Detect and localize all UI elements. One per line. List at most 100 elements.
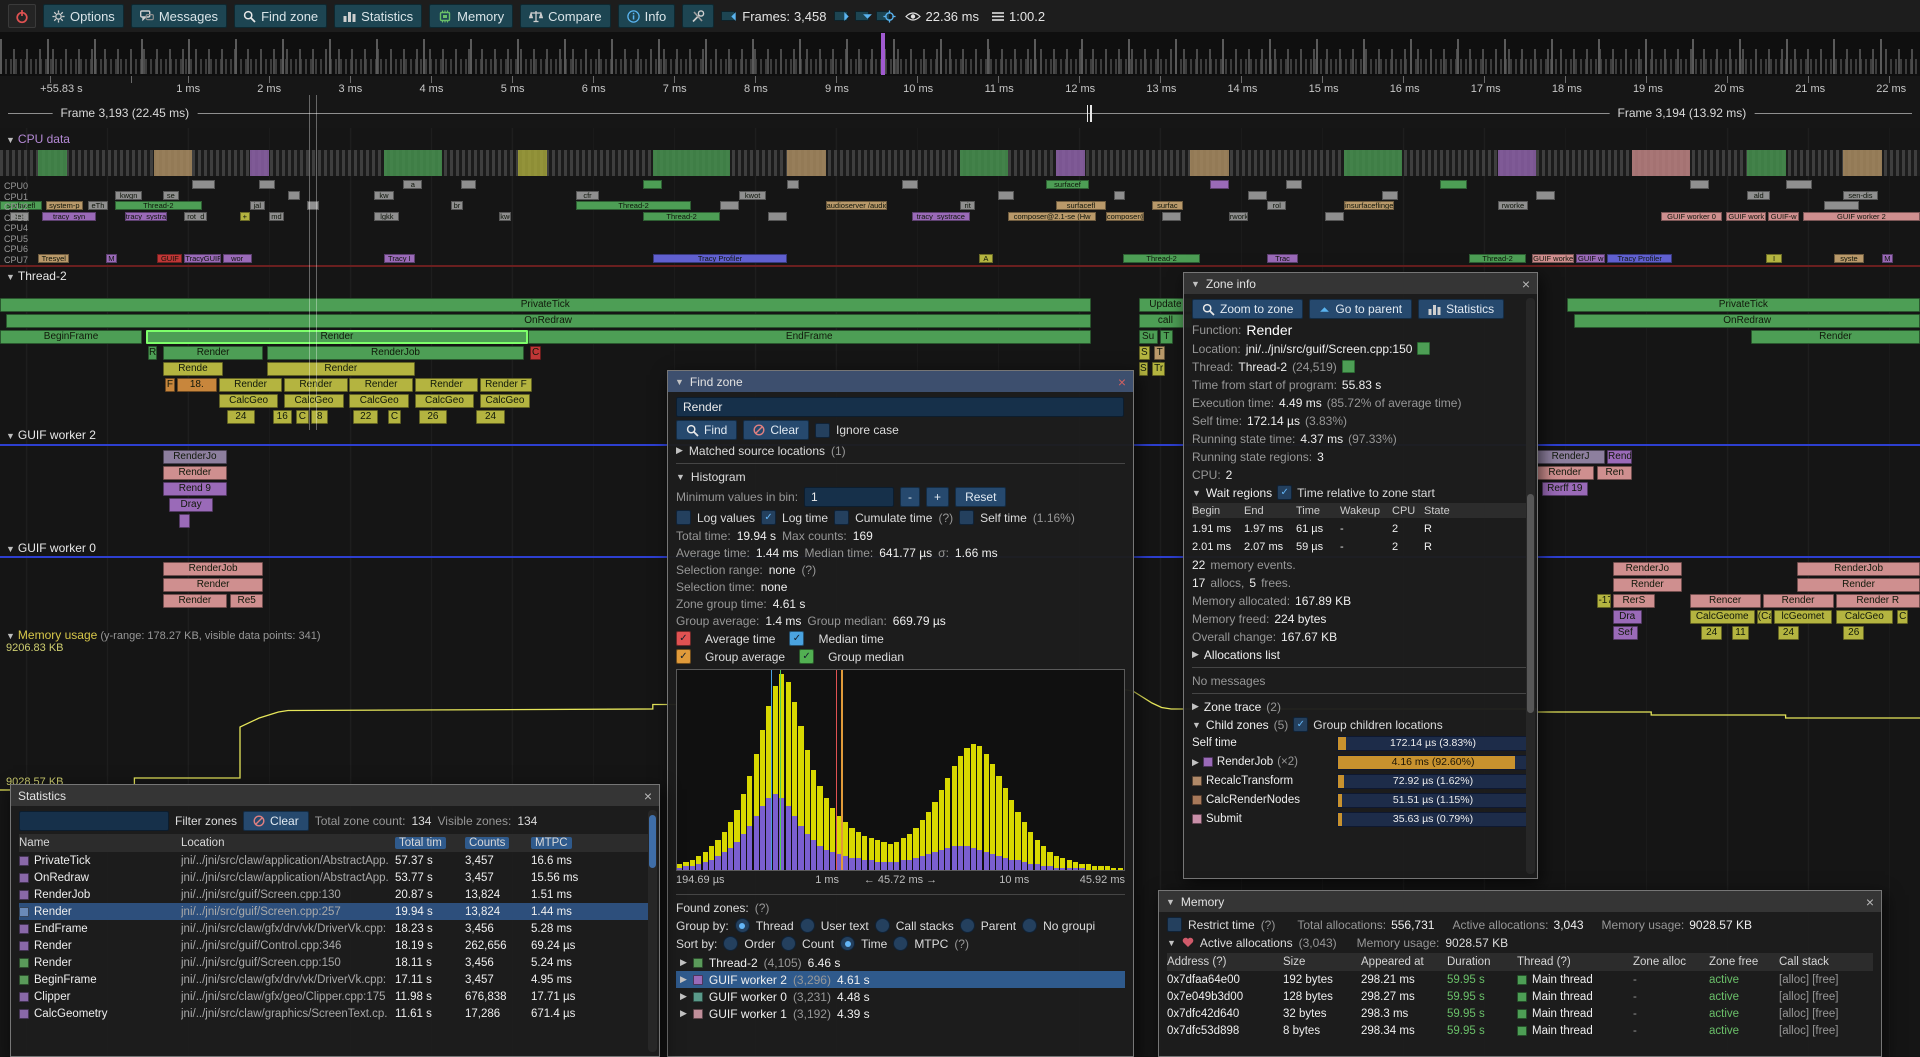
cpu-zone[interactable] xyxy=(787,180,799,189)
allocations-table-header[interactable]: Address (?)SizeAppeared atDurationThread… xyxy=(1167,953,1873,971)
cumulate-time-checkbox[interactable] xyxy=(834,510,849,525)
timeline-zone[interactable]: RenderJob xyxy=(163,562,263,576)
column-header-mtpc[interactable]: MTPC xyxy=(531,837,572,849)
allocations-list-toggle[interactable]: ▶Allocations list xyxy=(1192,647,1529,662)
statistics-row[interactable]: OnRedrawjni/../jni/src/claw/application/… xyxy=(19,869,651,886)
cpu-zone[interactable]: kw xyxy=(374,191,393,200)
timeline-zone[interactable]: C xyxy=(388,410,401,424)
messages-button[interactable]: Messages xyxy=(131,4,227,28)
cpu-zone[interactable]: surfacef xyxy=(1046,180,1088,189)
go-to-parent-button[interactable]: Go to parent xyxy=(1309,299,1412,319)
found-zone-group-row[interactable]: ▶GUIF worker 2(3,296)4.61 s xyxy=(676,971,1125,988)
column-header-zonefree[interactable]: Zone free xyxy=(1709,956,1775,968)
wait-regions-toggle[interactable]: ▼Wait regionsTime relative to zone start xyxy=(1192,485,1529,500)
cpu-zone[interactable]: Thread-2 xyxy=(643,212,720,221)
frame-overview-strip[interactable] xyxy=(0,32,1920,76)
timeline-zone[interactable]: -17 xyxy=(1597,594,1610,608)
timeline-zone[interactable]: Render xyxy=(219,378,282,392)
timeline-zone[interactable]: Render xyxy=(1536,466,1594,480)
timeline-zone[interactable]: 22 xyxy=(353,410,378,424)
statistics-button[interactable]: Statistics xyxy=(1418,299,1504,319)
average-time-checkbox[interactable] xyxy=(676,631,691,646)
cpu-zone[interactable] xyxy=(1286,180,1301,189)
cpu-zone[interactable] xyxy=(1162,212,1181,221)
timeline-zone[interactable]: Render xyxy=(267,362,415,376)
cpu-zone[interactable]: insurfaceflinge xyxy=(1344,201,1394,210)
cpu-zone[interactable]: composer@2.1-se (Hw xyxy=(1008,212,1096,221)
allocation-row[interactable]: 0x7dfaa64e00192 bytes298.21 ms59.95 sMai… xyxy=(1167,971,1873,988)
timeline-zone[interactable]: 24 xyxy=(1701,626,1722,640)
zone-info-titlebar[interactable]: ▼ Zone info × xyxy=(1184,273,1537,294)
next-frame-button[interactable] xyxy=(834,11,848,21)
timeline-zone[interactable]: F xyxy=(165,378,175,392)
cpu-zone[interactable]: rot_d xyxy=(184,212,207,221)
allocation-row[interactable]: 0x7dfc53d8988 bytes298.34 ms59.95 sMain … xyxy=(1167,1022,1873,1039)
cpu-zone[interactable] xyxy=(1440,180,1467,189)
allocation-row[interactable]: 0x7dfc42d64032 bytes298.3 ms59.95 sMain … xyxy=(1167,1005,1873,1022)
cpu-zone[interactable]: Thread-2 xyxy=(115,201,201,210)
cpu-zone[interactable] xyxy=(1210,180,1229,189)
cpu-zone[interactable]: GUIF worker 2 xyxy=(1803,212,1920,221)
timeline-zone[interactable]: RenderJob xyxy=(267,346,524,360)
timeline-zone[interactable]: PrivateTick xyxy=(1567,298,1920,312)
cpu-zone[interactable]: Tracy Profiler xyxy=(653,254,787,263)
cpu-zone[interactable]: md xyxy=(269,212,284,221)
timeline-zone[interactable]: Render xyxy=(415,378,478,392)
find-button[interactable]: Find xyxy=(676,420,737,440)
cpu-zone[interactable]: wor xyxy=(223,254,252,263)
timeline-zone[interactable]: CalcGeo xyxy=(1836,610,1894,624)
timeline-zone[interactable]: S xyxy=(1139,362,1149,376)
cpu-zone[interactable]: GUIF worker 0 xyxy=(1661,212,1722,221)
median-time-checkbox[interactable] xyxy=(789,631,804,646)
cpu-zone[interactable] xyxy=(643,180,662,189)
ignore-case-checkbox[interactable] xyxy=(815,423,830,438)
cpu-zone[interactable]: kwor xyxy=(499,212,511,221)
memory-button[interactable]: Memory xyxy=(429,4,513,28)
close-icon[interactable]: × xyxy=(1118,375,1126,389)
histogram-toggle[interactable]: ▼ Histogram xyxy=(676,469,1125,484)
sort-by-mtpc-radio[interactable] xyxy=(893,936,908,951)
cpu-zone[interactable] xyxy=(902,180,917,189)
group-average-checkbox[interactable] xyxy=(676,649,691,664)
timeline-zone[interactable]: OnRedraw xyxy=(6,314,1091,328)
scrollbar-thumb[interactable] xyxy=(649,815,656,868)
frame-select-button[interactable] xyxy=(855,11,869,21)
timeline-zone[interactable]: 11 xyxy=(1732,626,1749,640)
column-header-name[interactable]: Name xyxy=(19,837,177,849)
min-bin-increment-button[interactable]: + xyxy=(926,487,949,507)
section-header-memory-usage[interactable]: ▼Memory usage (y-range: 178.27 KB, visib… xyxy=(6,628,320,642)
timeline-zone[interactable]: 18. xyxy=(177,378,217,392)
cpu-zone[interactable]: sen-dis xyxy=(1843,191,1878,200)
timeline-zone[interactable]: CalcGeo xyxy=(415,394,475,408)
cpu-zone[interactable] xyxy=(768,212,787,221)
filter-zones-input[interactable] xyxy=(19,811,169,831)
timeline-zone[interactable]: RenderJo xyxy=(163,450,226,464)
cpu-zone[interactable]: eTh xyxy=(88,201,107,210)
statistics-row[interactable]: RenderJobjni/../jni/src/guif/Screen.cpp:… xyxy=(19,886,651,903)
timeline-zone[interactable]: Render F xyxy=(480,378,532,392)
timeline-zone[interactable]: Su xyxy=(1139,330,1158,344)
collapse-icon[interactable]: ▼ xyxy=(1166,897,1175,907)
section-header-thread-2[interactable]: ▼Thread-2 xyxy=(6,269,67,283)
cpu-zone[interactable]: I xyxy=(1766,254,1781,263)
time-relative-checkbox[interactable] xyxy=(1277,485,1292,500)
timeline-zone[interactable]: Dra xyxy=(1613,610,1642,624)
statistics-row[interactable]: CalcGeometryjni/../jni/src/claw/graphics… xyxy=(19,1005,651,1022)
timeline-zone[interactable]: RerS xyxy=(1613,594,1655,608)
cpu-zone[interactable] xyxy=(720,201,739,210)
cpu-zone[interactable]: rit xyxy=(960,201,975,210)
allocation-row[interactable]: 0x7e049b3d00128 bytes298.27 ms59.95 sMai… xyxy=(1167,988,1873,1005)
close-icon[interactable]: × xyxy=(644,789,652,803)
clear-button[interactable]: Clear xyxy=(743,420,809,440)
cpu-zone[interactable]: tracy_systrace xyxy=(912,212,970,221)
column-header-zonealloc[interactable]: Zone alloc xyxy=(1633,956,1705,968)
timeline-zone[interactable]: RenderJo xyxy=(1613,562,1682,576)
timeline-zone[interactable]: Render xyxy=(1613,578,1682,592)
group-by-call-stacks-radio[interactable] xyxy=(875,918,890,933)
timeline-zone[interactable]: Render xyxy=(1763,594,1834,608)
cpu-zone[interactable]: syste xyxy=(1834,254,1865,263)
statistics-row[interactable]: Renderjni/../jni/src/guif/Control.cpp:34… xyxy=(19,937,651,954)
timeline-zone[interactable]: EndFrame xyxy=(528,330,1091,344)
cpu-zone[interactable]: composer@ xyxy=(1106,212,1144,221)
timeline-zone[interactable]: Rend xyxy=(1607,450,1632,464)
